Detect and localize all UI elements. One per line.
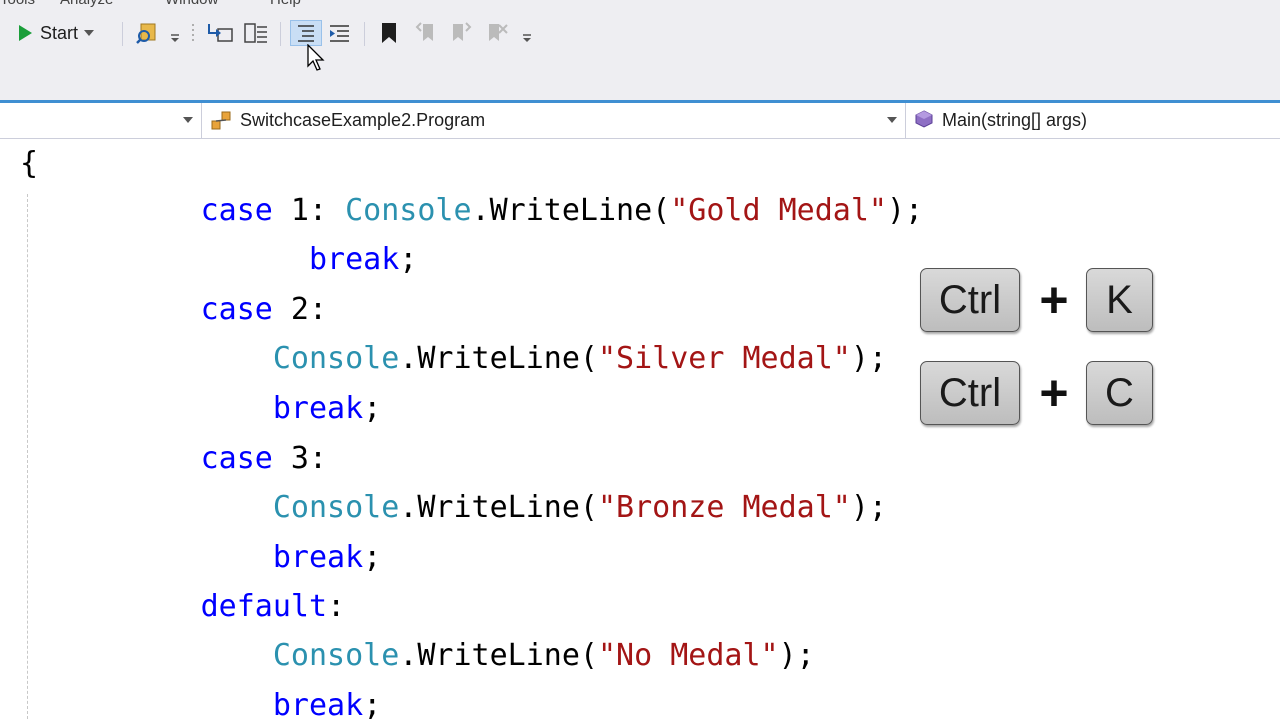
comment-selection-button[interactable] [290,20,322,46]
menu-item-help[interactable]: Help [270,0,301,8]
method-icon [915,109,933,128]
class-icon [211,111,231,129]
keyword-break: break [272,391,364,426]
member-dropdown-label: Main(string[] args) [942,110,1088,130]
default-colon: : [327,589,346,624]
method-call: .WriteLine( [471,193,671,228]
keyword-default: default [200,589,328,624]
previous-bookmark-icon[interactable] [414,20,440,46]
menu-item-window[interactable]: Window [165,0,218,8]
bookmark-icon[interactable] [376,20,402,46]
code-line-11: Console.WriteLine("No Medal"); [20,631,815,681]
navigation-bar: SwitchcaseExample2.Program Main(string[]… [0,103,1280,139]
overflow-dropdown-icon[interactable] [168,20,182,46]
keyword-case: case [200,193,273,228]
code-line-8: Console.WriteLine("Bronze Medal"); [20,483,887,533]
next-bookmark-icon[interactable] [448,20,474,46]
string-literal: "No Medal" [598,638,779,673]
code-line-4: case 2: [20,285,327,335]
open-brace: { [20,146,39,181]
code-line-6: break; [20,384,381,434]
start-button[interactable]: Start [16,20,116,46]
class-console: Console [272,638,400,673]
toolbar-separator [364,22,365,46]
code-line-3: break; [20,235,417,285]
chevron-down-icon [887,117,897,123]
call-end: ); [850,490,887,525]
key-k: K [1086,268,1153,332]
code-line-1: { [20,139,38,189]
step-into-icon[interactable] [206,20,234,46]
plus-sign: + [1039,272,1069,328]
case-value: 1: [272,193,346,228]
code-line-9: break; [20,533,381,583]
semicolon: ; [363,391,382,426]
toolbar-overflow-icon[interactable] [520,20,534,46]
class-console: Console [272,341,400,376]
call-end: ); [778,638,815,673]
code-line-2: case 1: Console.WriteLine("Gold Medal"); [20,186,924,236]
string-literal: "Bronze Medal" [598,490,851,525]
keyword-break: break [272,540,364,575]
keyword-case: case [200,292,273,327]
class-dropdown[interactable]: SwitchcaseExample2.Program [202,103,906,138]
code-line-5: Console.WriteLine("Silver Medal"); [20,334,887,384]
member-dropdown[interactable]: Main(string[] args) [906,103,1280,138]
semicolon: ; [363,688,382,720]
keyword-case: case [200,441,273,476]
code-line-12: break; [20,681,381,720]
method-call: .WriteLine( [399,490,598,525]
list-members-icon[interactable] [242,20,270,46]
call-end: ); [887,193,924,228]
string-literal: "Gold Medal" [670,193,887,228]
case-value: 3: [272,441,328,476]
plus-sign: + [1039,365,1069,421]
method-call: .WriteLine( [399,341,598,376]
class-console: Console [272,490,400,525]
string-literal: "Silver Medal" [598,341,851,376]
toolbar-separator [122,22,123,46]
find-in-files-icon[interactable] [134,20,160,46]
menu-item-tools[interactable]: Tools [0,0,35,8]
menu-bar: Tools Analyze Window Help [0,0,1280,8]
clear-bookmarks-icon[interactable] [484,20,510,46]
code-line-7: case 3: [20,434,327,484]
code-line-10: default: [20,582,346,632]
comment-lines-icon [298,25,314,42]
key-ctrl: Ctrl [920,268,1020,332]
class-console: Console [345,193,472,228]
toolbar-grip-icon [188,20,198,46]
method-call: .WriteLine( [399,638,598,673]
chevron-down-icon [183,117,193,123]
semicolon: ; [399,242,418,277]
key-ctrl: Ctrl [920,361,1020,425]
toolbar: Start [0,8,1280,100]
toolbar-separator [280,22,281,46]
uncomment-selection-icon[interactable] [326,20,354,46]
semicolon: ; [363,540,382,575]
chevron-down-icon[interactable] [84,29,95,37]
menu-item-analyze[interactable]: Analyze [60,0,113,8]
class-dropdown-label: SwitchcaseExample2.Program [240,110,486,130]
project-dropdown[interactable] [0,103,202,138]
mouse-cursor-icon [307,44,325,71]
keyword-break: break [272,688,364,720]
call-end: ); [850,341,887,376]
keyword-break: break [308,242,400,277]
play-icon [19,25,32,41]
start-button-label: Start [40,22,79,43]
case-value: 2: [272,292,328,327]
key-c: C [1086,361,1153,425]
code-editor[interactable]: { case 1: Console.WriteLine("Gold Medal"… [0,139,1280,720]
